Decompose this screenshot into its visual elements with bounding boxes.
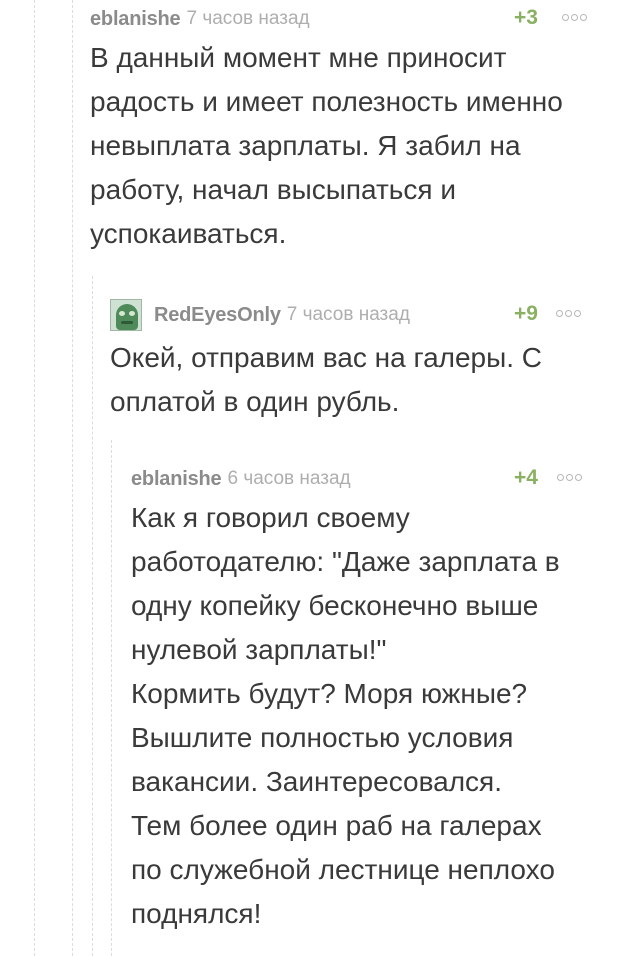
comment-username[interactable]: RedEyesOnly (154, 304, 281, 327)
thread-line-4 (111, 440, 112, 956)
comment-body: В данный момент мне приносит радость и и… (90, 42, 563, 249)
thread-line-1 (34, 0, 35, 956)
comment-rating: +9 (514, 302, 538, 325)
comment-username[interactable]: eblanishe (131, 468, 222, 491)
comment-timestamp[interactable]: 7 часов назад (186, 8, 309, 30)
avatar[interactable] (110, 299, 142, 331)
comment: eblanishe 7 часов назад +3 В данный моме… (90, 4, 610, 256)
comment-rating: +4 (514, 466, 538, 489)
comment-header: RedEyesOnly 7 часов назад +9 (110, 299, 610, 331)
comment-header: eblanishe 7 часов назад +3 (90, 4, 610, 34)
comment-timestamp[interactable]: 6 часов назад (227, 468, 350, 490)
comment-header: eblanishe 6 часов назад +4 (131, 464, 610, 494)
thread-line-3 (92, 276, 93, 956)
comment: eblanishe 6 часов назад +4 Как я говорил… (131, 464, 610, 936)
comment-username[interactable]: eblanishe (90, 8, 181, 31)
more-dots-icon[interactable] (562, 14, 587, 21)
comment-body: Окей, отправим вас на галеры. С оплатой … (110, 342, 543, 417)
comment-timestamp[interactable]: 7 часов назад (287, 304, 410, 326)
more-dots-icon[interactable] (556, 310, 581, 317)
thread-line-2 (72, 0, 73, 956)
comment-rating: +3 (514, 6, 538, 29)
comment: RedEyesOnly 7 часов назад +9 Окей, отпра… (110, 299, 610, 424)
comment-body: Как я говорил своему работодателю: "Даже… (131, 502, 560, 929)
more-dots-icon[interactable] (557, 474, 582, 481)
